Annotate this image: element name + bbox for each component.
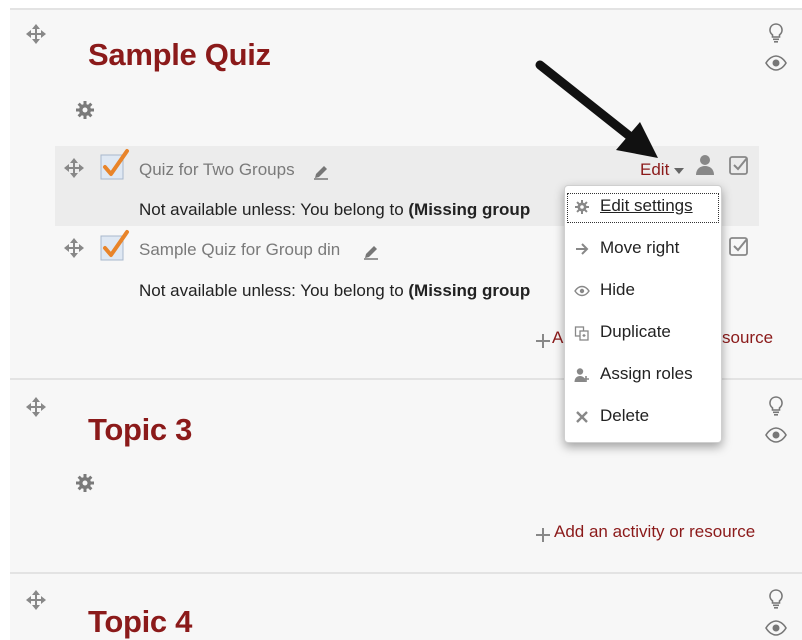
section-title[interactable]: Sample Quiz <box>88 37 271 73</box>
eye-icon[interactable] <box>765 617 787 639</box>
restriction-text: Not available unless: You belong to (Mis… <box>139 281 531 300</box>
activity-name[interactable]: Quiz for Two Groups <box>139 160 295 180</box>
menu-item-label[interactable]: Delete <box>600 406 649 426</box>
delete-icon <box>576 411 588 423</box>
quiz-icon <box>100 149 129 180</box>
menu-item-hide[interactable]: Hide <box>565 275 721 309</box>
caret-down-icon <box>674 168 684 174</box>
plus-icon[interactable] <box>536 528 550 542</box>
add-activity-link[interactable]: A <box>552 328 563 348</box>
move-icon[interactable] <box>63 237 85 259</box>
eye-icon[interactable] <box>765 424 787 446</box>
annotation-arrow <box>535 60 658 158</box>
completion-checkbox-icon[interactable] <box>728 235 750 257</box>
pencil-icon[interactable] <box>362 243 380 261</box>
quiz-icon <box>100 230 129 261</box>
menu-item-label[interactable]: Hide <box>600 280 635 300</box>
add-activity-link[interactable]: Add an activity or resource <box>554 522 755 542</box>
move-icon[interactable] <box>25 23 47 45</box>
gear-icon[interactable] <box>74 99 96 121</box>
duplicate-icon <box>574 326 589 341</box>
move-icon[interactable] <box>25 589 47 611</box>
add-activity-link[interactable]: source <box>722 328 773 348</box>
completion-checkbox-icon[interactable] <box>728 154 750 176</box>
menu-item-assign-roles[interactable]: Assign roles <box>565 359 721 393</box>
menu-item-label[interactable]: Move right <box>600 238 679 258</box>
plus-icon[interactable] <box>536 334 550 348</box>
menu-item-delete[interactable]: Delete <box>565 401 721 435</box>
activity-name[interactable]: Sample Quiz for Group din <box>139 240 340 260</box>
lightbulb-icon[interactable] <box>765 22 787 44</box>
edit-menu: Edit settings Move right Hide Duplicate … <box>564 185 722 443</box>
arrow-right-icon <box>576 243 589 255</box>
menu-item-label[interactable]: Edit settings <box>600 196 693 216</box>
eye-icon <box>574 285 590 297</box>
lightbulb-icon[interactable] <box>765 588 787 610</box>
move-icon[interactable] <box>63 157 85 179</box>
restriction-text: Not available unless: You belong to (Mis… <box>139 200 531 219</box>
menu-item-label[interactable]: Assign roles <box>600 364 693 384</box>
assign-roles-icon <box>574 368 589 382</box>
user-icon[interactable] <box>695 154 715 176</box>
eye-icon[interactable] <box>765 52 787 74</box>
menu-item-label[interactable]: Duplicate <box>600 322 671 342</box>
menu-item-edit-settings[interactable]: Edit settings <box>565 191 721 225</box>
pencil-icon[interactable] <box>312 163 330 181</box>
section-title[interactable]: Topic 4 <box>88 604 192 640</box>
gear-icon <box>575 200 589 214</box>
lightbulb-icon[interactable] <box>765 395 787 417</box>
menu-item-duplicate[interactable]: Duplicate <box>565 317 721 351</box>
gear-icon[interactable] <box>74 472 96 494</box>
menu-item-move-right[interactable]: Move right <box>565 233 721 267</box>
move-icon[interactable] <box>25 396 47 418</box>
section-title[interactable]: Topic 3 <box>88 412 192 448</box>
